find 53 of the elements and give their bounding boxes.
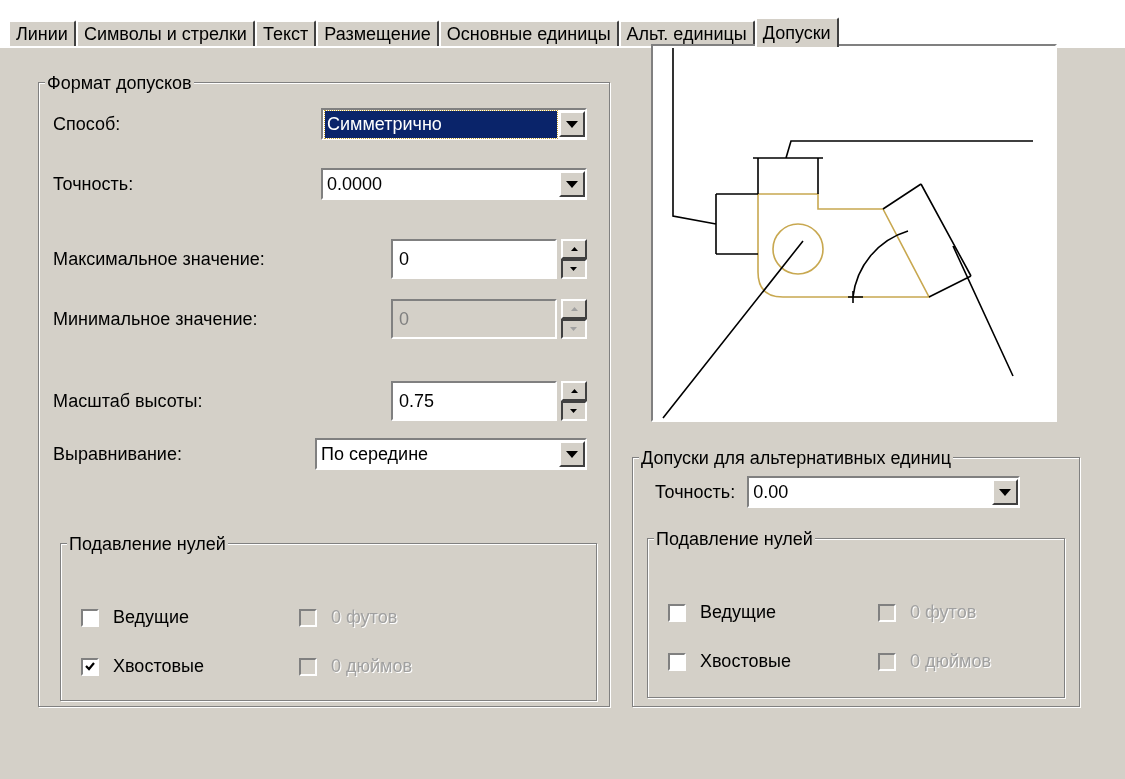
dropdown-button[interactable] <box>559 111 585 137</box>
dropdown-button[interactable] <box>559 171 585 197</box>
field-label: Способ: <box>53 112 121 136</box>
spin-up-button[interactable] <box>561 239 587 259</box>
spin-up-button[interactable] <box>561 381 587 401</box>
dropdown-value: 0.00 <box>752 480 790 504</box>
field-label: Точность: <box>53 172 134 196</box>
caret-icon <box>566 450 578 458</box>
field-label: Минимальное значение: <box>53 307 258 331</box>
checkbox[interactable] <box>668 652 686 671</box>
dropdown-value: 0.0000 <box>326 172 384 196</box>
number-field[interactable]: 0.75 <box>391 381 557 421</box>
checkbox-label: Хвостовые <box>700 650 791 673</box>
tab[interactable]: Текст <box>254 20 317 46</box>
caret-icon <box>999 488 1012 496</box>
checkbox-label: Ведущие <box>700 601 776 624</box>
dropdown-value: Симметрично <box>325 110 557 138</box>
spin-up-button[interactable] <box>561 299 587 319</box>
dropdown[interactable]: Симметрично <box>321 108 587 140</box>
tab[interactable]: Основные единицы <box>438 20 619 46</box>
number-field[interactable]: 0 <box>391 239 557 279</box>
spin-down-button[interactable] <box>561 259 587 279</box>
spin-down-button[interactable] <box>561 319 587 339</box>
checkmark-icon <box>85 662 95 671</box>
arrow-icon <box>570 327 578 331</box>
tab[interactable]: Линии <box>8 20 76 46</box>
field-label: Максимальное значение: <box>53 247 265 271</box>
arrow-icon <box>570 307 578 311</box>
field-label: Точность: <box>655 480 736 504</box>
field-label: Масштаб высоты: <box>53 389 203 413</box>
arrow-icon <box>570 247 578 251</box>
tab[interactable]: Альт. единицы <box>618 20 755 46</box>
checkbox-label: Хвостовые <box>113 655 204 678</box>
caret-icon <box>566 180 578 188</box>
spin-down-button[interactable] <box>561 401 587 421</box>
checkbox[interactable] <box>81 608 99 627</box>
dropdown[interactable]: 0.0000 <box>321 168 587 200</box>
arrow-icon <box>570 389 578 393</box>
checkbox[interactable] <box>668 603 686 622</box>
checkbox[interactable] <box>81 657 99 676</box>
dropdown-button[interactable] <box>992 479 1019 505</box>
field-label: Выравнивание: <box>53 442 182 466</box>
dropdown-value: По середине <box>320 442 430 466</box>
tab[interactable]: Допуски <box>754 17 839 47</box>
arrow-icon <box>570 267 578 271</box>
caret-icon <box>566 120 578 128</box>
dropdown[interactable]: По середине <box>315 438 587 470</box>
tab[interactable]: Размещение <box>316 20 439 46</box>
arrow-icon <box>570 409 578 413</box>
checkbox-label: Ведущие <box>113 606 189 629</box>
tab[interactable]: Символы и стрелки <box>75 20 255 46</box>
dropdown-button[interactable] <box>559 441 585 467</box>
dropdown[interactable]: 0.00 <box>747 476 1021 508</box>
